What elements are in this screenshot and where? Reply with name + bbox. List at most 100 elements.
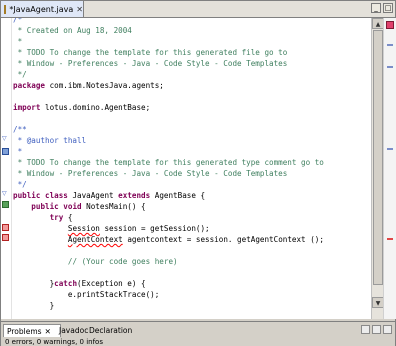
code-token: * Window - Preferences - Java - Code Sty… xyxy=(13,59,288,68)
code-line[interactable]: try { xyxy=(13,212,73,223)
code-line[interactable]: */ xyxy=(13,179,27,190)
java-file-icon xyxy=(4,4,7,14)
code-line[interactable]: public class JavaAgent extends AgentBase… xyxy=(13,190,205,201)
maximize-icon[interactable] xyxy=(383,325,392,334)
code-line[interactable]: /** xyxy=(13,124,27,135)
code-token: try xyxy=(49,213,64,222)
overview-ruler[interactable] xyxy=(383,18,396,319)
code-token: agentcontext = session. getAgentContext … xyxy=(122,235,324,244)
error-marker-icon[interactable] xyxy=(2,224,9,231)
filter-icon[interactable] xyxy=(361,325,370,334)
code-line[interactable]: e.printStackTrace(); xyxy=(13,289,159,300)
javadoc-tab-label: Javadoc xyxy=(59,325,89,335)
tab-declaration[interactable]: Declaration xyxy=(89,324,132,336)
fold-collapse-icon[interactable]: ▽ xyxy=(2,190,7,197)
code-line[interactable]: public void NotesMain() { xyxy=(13,201,146,212)
code-line[interactable]: * TODO To change the template for this g… xyxy=(13,157,324,168)
code-token: extends xyxy=(118,191,151,200)
code-text-area[interactable]: /* * Created on Aug 18, 2004 * * TODO To… xyxy=(13,18,371,319)
code-token: * Window - Preferences - Java - Code Sty… xyxy=(13,169,288,178)
code-token: */ xyxy=(13,70,27,79)
override-marker-icon[interactable] xyxy=(2,201,9,208)
code-token: public void xyxy=(31,202,82,211)
code-token: lotus.domino.AgentBase; xyxy=(40,103,151,112)
maximize-button[interactable]: □ xyxy=(383,3,393,13)
eclipse-editor-window: *JavaAgent.java ✕ _ □ ▽ ▽ /* * Created o… xyxy=(0,0,396,346)
code-line[interactable]: Session session = getSession(); xyxy=(13,223,210,234)
unresolved-type-token: AgentContext xyxy=(67,235,123,244)
problems-status: 0 errors, 0 warnings, 0 infos xyxy=(5,338,103,346)
code-token: /** xyxy=(13,125,27,134)
declaration-tab-label: Declaration xyxy=(89,325,133,335)
code-token: // (Your code goes here) xyxy=(67,257,178,266)
task-marker-icon[interactable] xyxy=(2,148,9,155)
code-line[interactable]: } xyxy=(13,300,55,311)
code-token: * @author thall xyxy=(13,136,87,145)
code-line[interactable]: }catch(Exception e) { xyxy=(13,278,146,289)
code-line[interactable]: /* xyxy=(13,18,22,25)
problems-view: Problems ✕ Javadoc Declaration 0 errors,… xyxy=(1,321,395,346)
tab-problems[interactable]: Problems ✕ xyxy=(3,324,61,337)
code-token: public class xyxy=(13,191,68,200)
code-token: (Exception e) { xyxy=(77,279,146,288)
code-line[interactable]: import lotus.domino.AgentBase; xyxy=(13,102,150,113)
code-editor[interactable]: ▽ ▽ /* * Created on Aug 18, 2004 * * TOD… xyxy=(1,18,396,319)
code-line[interactable]: * TODO To change the template for this g… xyxy=(13,47,288,58)
scrollbar-thumb[interactable] xyxy=(373,30,383,285)
close-icon[interactable]: ✕ xyxy=(45,327,51,336)
code-line[interactable]: // (Your code goes here) xyxy=(13,256,178,267)
code-token: * xyxy=(13,147,23,156)
overview-marker[interactable] xyxy=(387,66,393,68)
error-marker-icon[interactable] xyxy=(2,234,9,241)
code-line[interactable]: */ xyxy=(13,69,27,80)
fold-collapse-icon[interactable]: ▽ xyxy=(2,135,7,142)
code-token: AgentBase { xyxy=(150,191,206,200)
code-token: * xyxy=(13,37,23,46)
code-token: com.ibm.NotesJava.agents; xyxy=(45,81,164,90)
code-token: } xyxy=(13,301,55,310)
overview-marker[interactable] xyxy=(387,148,393,150)
editor-tab-title: *JavaAgent.java xyxy=(9,4,74,14)
unresolved-type-token: Session xyxy=(67,224,100,233)
code-token: { xyxy=(63,213,73,222)
code-token: package xyxy=(13,81,46,90)
error-overview-marker[interactable] xyxy=(387,238,393,240)
window-controls: _ □ xyxy=(371,3,393,13)
code-token: e.printStackTrace(); xyxy=(13,290,160,299)
editor-gutter: ▽ ▽ xyxy=(1,18,12,319)
editor-tab-javaagent[interactable]: *JavaAgent.java ✕ xyxy=(1,1,84,17)
code-token: */ xyxy=(13,180,27,189)
problems-tab-label: Problems xyxy=(7,326,42,336)
close-icon[interactable]: ✕ xyxy=(76,5,83,14)
code-token: session = getSession(); xyxy=(99,224,210,233)
code-line[interactable]: AgentContext agentcontext = session. get… xyxy=(13,234,324,245)
code-token: * Created on Aug 18, 2004 xyxy=(13,26,132,35)
code-token: JavaAgent xyxy=(67,191,119,200)
code-line[interactable]: * Created on Aug 18, 2004 xyxy=(13,25,132,36)
code-token: * TODO To change the template for this g… xyxy=(13,48,288,57)
error-overview-icon[interactable] xyxy=(386,21,394,29)
code-line[interactable]: package com.ibm.NotesJava.agents; xyxy=(13,80,164,91)
code-line[interactable]: * @author thall xyxy=(13,135,87,146)
view-toolbar xyxy=(361,325,392,334)
tab-javadoc[interactable]: Javadoc xyxy=(59,324,88,336)
code-line[interactable]: * xyxy=(13,146,23,157)
minimize-icon[interactable] xyxy=(372,325,381,334)
code-line[interactable]: * Window - Preferences - Java - Code Sty… xyxy=(13,58,288,69)
code-token: catch xyxy=(54,279,78,288)
code-line[interactable]: * xyxy=(13,36,23,47)
code-token: * TODO To change the template for this g… xyxy=(13,158,324,167)
code-line[interactable]: * Window - Preferences - Java - Code Sty… xyxy=(13,168,288,179)
code-token: import xyxy=(13,103,41,112)
editor-tab-bar: *JavaAgent.java ✕ _ □ xyxy=(1,1,395,18)
minimize-button[interactable]: _ xyxy=(371,3,381,13)
code-token: } xyxy=(13,279,55,288)
code-token: /* xyxy=(13,18,23,24)
code-token: NotesMain() { xyxy=(81,202,146,211)
overview-marker[interactable] xyxy=(387,44,393,46)
